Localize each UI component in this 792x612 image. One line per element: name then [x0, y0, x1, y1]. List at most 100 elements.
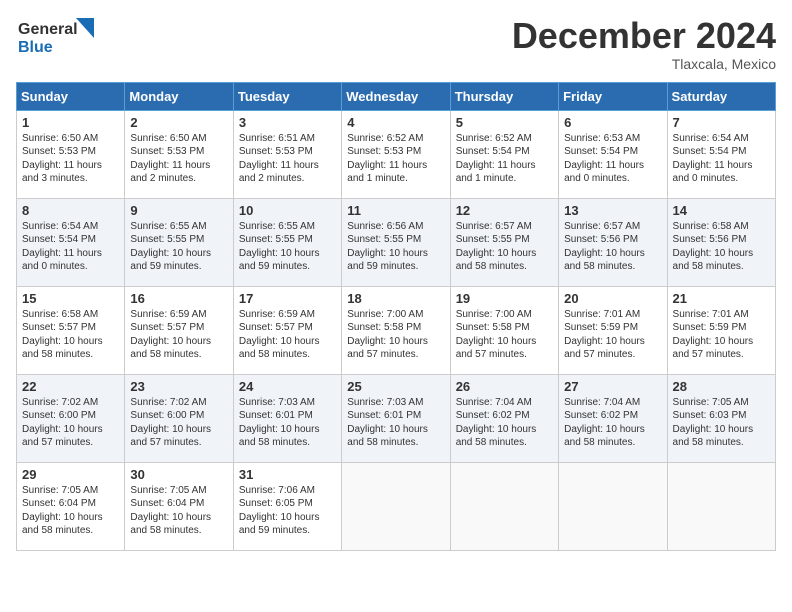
calendar-day-cell: 21 Sunrise: 7:01 AM Sunset: 5:59 PM Dayli… [667, 286, 775, 374]
calendar-day-cell [559, 462, 667, 550]
calendar-day-cell: 22Sunrise: 7:02 AM Sunset: 6:00 PM Dayli… [17, 374, 125, 462]
day-number: 5 [456, 115, 553, 130]
calendar-day-cell: 16Sunrise: 6:59 AM Sunset: 5:57 PM Dayli… [125, 286, 233, 374]
day-number: 26 [456, 379, 553, 394]
day-info: Sunrise: 7:05 AM Sunset: 6:04 PM Dayligh… [22, 484, 119, 538]
day-info: Sunrise: 7:01 AM Sunset: 5:59 PM Dayligh… [564, 308, 661, 362]
day-info: Sunrise: 7:02 AM Sunset: 6:00 PM Dayligh… [130, 396, 227, 450]
day-info: Sunrise: 6:58 AM Sunset: 5:56 PM Dayligh… [673, 220, 770, 274]
day-info: Sunrise: 7:03 AM Sunset: 6:01 PM Dayligh… [239, 396, 336, 450]
day-number: 31 [239, 467, 336, 482]
calendar-day-cell: 17Sunrise: 6:59 AM Sunset: 5:57 PM Dayli… [233, 286, 341, 374]
day-info: Sunrise: 6:51 AM Sunset: 5:53 PM Dayligh… [239, 132, 336, 186]
calendar-day-cell: 12 Sunrise: 6:57 AM Sunset: 5:55 PM Dayli… [450, 198, 558, 286]
page-header: GeneralBlue December 2024 Tlaxcala, Mexi… [16, 16, 776, 72]
day-number: 9 [130, 203, 227, 218]
day-number: 17 [239, 291, 336, 306]
day-number: 2 [130, 115, 227, 130]
calendar-day-cell: 29Sunrise: 7:05 AM Sunset: 6:04 PM Dayli… [17, 462, 125, 550]
calendar-day-cell: 27 Sunrise: 7:04 AM Sunset: 6:02 PM Dayli… [559, 374, 667, 462]
day-info: Sunrise: 6:59 AM Sunset: 5:57 PM Dayligh… [130, 308, 227, 362]
day-number: 3 [239, 115, 336, 130]
day-info: Sunrise: 6:56 AM Sunset: 5:55 PM Dayligh… [347, 220, 444, 274]
day-number: 27 [564, 379, 661, 394]
calendar-day-cell: 9 Sunrise: 6:55 AM Sunset: 5:55 PM Daylig… [125, 198, 233, 286]
day-number: 15 [22, 291, 119, 306]
day-number: 6 [564, 115, 661, 130]
weekday-header: Thursday [450, 82, 558, 110]
calendar-day-cell: 30Sunrise: 7:05 AM Sunset: 6:04 PM Dayli… [125, 462, 233, 550]
day-number: 11 [347, 203, 444, 218]
day-info: Sunrise: 6:54 AM Sunset: 5:54 PM Dayligh… [673, 132, 770, 186]
day-info: Sunrise: 7:01 AM Sunset: 5:59 PM Dayligh… [673, 308, 770, 362]
month-title: December 2024 [512, 16, 776, 56]
weekday-header: Tuesday [233, 82, 341, 110]
logo-icon: GeneralBlue [16, 16, 96, 61]
day-info: Sunrise: 6:55 AM Sunset: 5:55 PM Dayligh… [239, 220, 336, 274]
day-number: 12 [456, 203, 553, 218]
day-info: Sunrise: 6:58 AM Sunset: 5:57 PM Dayligh… [22, 308, 119, 362]
weekday-header: Wednesday [342, 82, 450, 110]
calendar-week-row: 1 Sunrise: 6:50 AM Sunset: 5:53 PM Daylig… [17, 110, 776, 198]
day-number: 30 [130, 467, 227, 482]
calendar-day-cell: 20 Sunrise: 7:01 AM Sunset: 5:59 PM Dayli… [559, 286, 667, 374]
day-number: 14 [673, 203, 770, 218]
calendar-day-cell: 2 Sunrise: 6:50 AM Sunset: 5:53 PM Daylig… [125, 110, 233, 198]
calendar-day-cell: 14 Sunrise: 6:58 AM Sunset: 5:56 PM Dayli… [667, 198, 775, 286]
calendar-day-cell: 24 Sunrise: 7:03 AM Sunset: 6:01 PM Dayli… [233, 374, 341, 462]
calendar-day-cell: 25Sunrise: 7:03 AM Sunset: 6:01 PM Dayli… [342, 374, 450, 462]
day-info: Sunrise: 6:50 AM Sunset: 5:53 PM Dayligh… [22, 132, 119, 186]
svg-text:Blue: Blue [18, 39, 53, 56]
day-info: Sunrise: 7:00 AM Sunset: 5:58 PM Dayligh… [347, 308, 444, 362]
day-info: Sunrise: 7:00 AM Sunset: 5:58 PM Dayligh… [456, 308, 553, 362]
calendar-week-row: 15 Sunrise: 6:58 AM Sunset: 5:57 PM Dayli… [17, 286, 776, 374]
calendar-day-cell: 26 Sunrise: 7:04 AM Sunset: 6:02 PM Dayli… [450, 374, 558, 462]
day-info: Sunrise: 7:03 AM Sunset: 6:01 PM Dayligh… [347, 396, 444, 450]
day-info: Sunrise: 6:57 AM Sunset: 5:56 PM Dayligh… [564, 220, 661, 274]
day-number: 13 [564, 203, 661, 218]
title-block: December 2024 Tlaxcala, Mexico [512, 16, 776, 72]
calendar-day-cell: 31 Sunrise: 7:06 AM Sunset: 6:05 PM Dayli… [233, 462, 341, 550]
day-info: Sunrise: 6:54 AM Sunset: 5:54 PM Dayligh… [22, 220, 119, 274]
calendar-day-cell: 23 Sunrise: 7:02 AM Sunset: 6:00 PM Dayli… [125, 374, 233, 462]
day-info: Sunrise: 6:57 AM Sunset: 5:55 PM Dayligh… [456, 220, 553, 274]
calendar-day-cell: 3 Sunrise: 6:51 AM Sunset: 5:53 PM Daylig… [233, 110, 341, 198]
calendar-day-cell [342, 462, 450, 550]
day-info: Sunrise: 7:04 AM Sunset: 6:02 PM Dayligh… [456, 396, 553, 450]
weekday-header: Monday [125, 82, 233, 110]
location: Tlaxcala, Mexico [512, 56, 776, 72]
calendar-header-row: SundayMondayTuesdayWednesdayThursdayFrid… [17, 82, 776, 110]
calendar-week-row: 29Sunrise: 7:05 AM Sunset: 6:04 PM Dayli… [17, 462, 776, 550]
day-number: 20 [564, 291, 661, 306]
calendar-day-cell: 1 Sunrise: 6:50 AM Sunset: 5:53 PM Daylig… [17, 110, 125, 198]
day-info: Sunrise: 7:06 AM Sunset: 6:05 PM Dayligh… [239, 484, 336, 538]
calendar-day-cell [450, 462, 558, 550]
day-number: 28 [673, 379, 770, 394]
day-info: Sunrise: 7:04 AM Sunset: 6:02 PM Dayligh… [564, 396, 661, 450]
day-number: 1 [22, 115, 119, 130]
day-number: 4 [347, 115, 444, 130]
calendar-day-cell: 19Sunrise: 7:00 AM Sunset: 5:58 PM Dayli… [450, 286, 558, 374]
calendar-day-cell: 13 Sunrise: 6:57 AM Sunset: 5:56 PM Dayli… [559, 198, 667, 286]
day-info: Sunrise: 6:53 AM Sunset: 5:54 PM Dayligh… [564, 132, 661, 186]
calendar-day-cell [667, 462, 775, 550]
day-info: Sunrise: 6:52 AM Sunset: 5:54 PM Dayligh… [456, 132, 553, 186]
day-info: Sunrise: 6:52 AM Sunset: 5:53 PM Dayligh… [347, 132, 444, 186]
day-number: 24 [239, 379, 336, 394]
calendar-table: SundayMondayTuesdayWednesdayThursdayFrid… [16, 82, 776, 551]
weekday-header: Sunday [17, 82, 125, 110]
calendar-day-cell: 8Sunrise: 6:54 AM Sunset: 5:54 PM Daylig… [17, 198, 125, 286]
day-number: 21 [673, 291, 770, 306]
calendar-day-cell: 15 Sunrise: 6:58 AM Sunset: 5:57 PM Dayli… [17, 286, 125, 374]
calendar-day-cell: 28Sunrise: 7:05 AM Sunset: 6:03 PM Dayli… [667, 374, 775, 462]
calendar-day-cell: 5 Sunrise: 6:52 AM Sunset: 5:54 PM Daylig… [450, 110, 558, 198]
day-number: 23 [130, 379, 227, 394]
weekday-header: Saturday [667, 82, 775, 110]
day-number: 10 [239, 203, 336, 218]
calendar-week-row: 8Sunrise: 6:54 AM Sunset: 5:54 PM Daylig… [17, 198, 776, 286]
day-number: 22 [22, 379, 119, 394]
weekday-header: Friday [559, 82, 667, 110]
day-info: Sunrise: 6:50 AM Sunset: 5:53 PM Dayligh… [130, 132, 227, 186]
day-info: Sunrise: 6:55 AM Sunset: 5:55 PM Dayligh… [130, 220, 227, 274]
svg-text:General: General [18, 21, 78, 38]
